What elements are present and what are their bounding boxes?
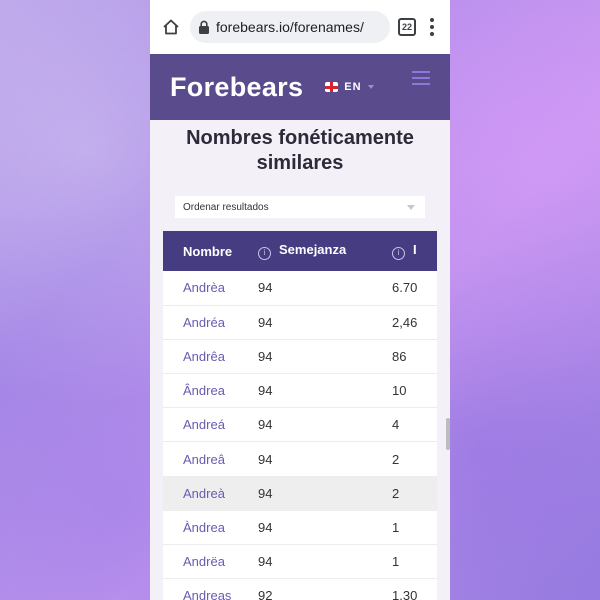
name-link[interactable]: Andreà xyxy=(163,476,258,511)
lock-icon xyxy=(199,20,209,34)
name-link[interactable]: Ândrea xyxy=(163,373,258,409)
results-table: Nombre i Semejanza iI Andrèa 94 6.70 Andr… xyxy=(163,231,437,600)
site-logo[interactable]: Forebears xyxy=(170,72,303,103)
table-row[interactable]: Andrêa 94 86 xyxy=(163,339,437,375)
incidence-value: 1 xyxy=(392,510,437,546)
results-table-container[interactable]: Nombre i Semejanza iI Andrèa 94 6.70 Andr… xyxy=(163,231,437,600)
name-link[interactable]: Andreá xyxy=(163,407,258,443)
incidence-value: 6.70 xyxy=(392,271,437,306)
incidence-value: 2,46 xyxy=(392,305,437,340)
similarity-value: 94 xyxy=(258,407,392,443)
similarity-value: 94 xyxy=(258,476,392,511)
language-selector[interactable]: EN xyxy=(325,81,374,93)
sort-select[interactable]: Ordenar resultados xyxy=(175,196,425,218)
table-row[interactable]: Andreas 92 1,30 xyxy=(163,578,437,600)
site-header: Forebears EN xyxy=(150,54,450,120)
incidence-value: 1 xyxy=(392,544,437,580)
table-row[interactable]: Andreá 94 4 xyxy=(163,407,437,443)
table-row[interactable]: Andrëa 94 1 xyxy=(163,544,437,580)
table-row[interactable]: Andreà 94 2 xyxy=(163,476,437,511)
similarity-value: 94 xyxy=(258,305,392,340)
name-link[interactable]: Àndrea xyxy=(163,510,258,546)
address-bar[interactable]: forebears.io/forenames/ xyxy=(190,11,390,43)
header-similarity[interactable]: i Semejanza xyxy=(258,231,392,271)
incidence-value: 86 xyxy=(392,339,437,375)
section-title: Nombres fonéticamente similares xyxy=(186,127,414,174)
incidence-value: 2 xyxy=(392,441,437,477)
url-text: forebears.io/forenames/ xyxy=(216,19,364,35)
scrollbar-thumb[interactable] xyxy=(446,418,450,450)
similarity-value: 94 xyxy=(258,441,392,477)
chevron-down-icon xyxy=(367,85,374,89)
language-label: EN xyxy=(344,81,362,93)
similarity-value: 94 xyxy=(258,339,392,375)
incidence-value: 10 xyxy=(392,373,437,409)
sort-select-label: Ordenar resultados xyxy=(183,201,269,213)
name-link[interactable]: Andreas xyxy=(163,578,258,600)
table-row[interactable]: Andréa 94 2,46 xyxy=(163,305,437,340)
browser-toolbar: forebears.io/forenames/ 22 xyxy=(150,0,450,54)
info-icon[interactable]: i xyxy=(392,247,405,260)
main-content: Nombres fonéticamente similares Ordenar … xyxy=(150,126,450,600)
table-header-row: Nombre i Semejanza iI xyxy=(163,231,437,271)
table-row[interactable]: Ândrea 94 10 xyxy=(163,373,437,409)
hamburger-menu-icon[interactable] xyxy=(412,71,430,85)
header-incidence[interactable]: iI xyxy=(392,231,437,271)
incidence-value: 2 xyxy=(392,476,437,511)
similarity-value: 94 xyxy=(258,373,392,409)
phone-screen: forebears.io/forenames/ 22 Forebears EN … xyxy=(150,0,450,600)
info-icon[interactable]: i xyxy=(258,247,271,260)
name-link[interactable]: Andrëa xyxy=(163,544,258,580)
table-row[interactable]: Andrèa 94 6.70 xyxy=(163,271,437,306)
header-name[interactable]: Nombre xyxy=(163,231,258,271)
similarity-value: 94 xyxy=(258,510,392,546)
incidence-value: 1,30 xyxy=(392,578,437,600)
incidence-value: 4 xyxy=(392,407,437,443)
name-link[interactable]: Andreâ xyxy=(163,441,258,477)
tabs-count-icon[interactable]: 22 xyxy=(398,18,416,36)
home-icon[interactable] xyxy=(160,16,182,38)
similarity-value: 94 xyxy=(258,544,392,580)
similarity-value: 94 xyxy=(258,271,392,306)
similarity-value: 92 xyxy=(258,578,392,600)
browser-menu-icon[interactable] xyxy=(424,18,440,36)
name-link[interactable]: Andréa xyxy=(163,305,258,340)
select-caret-icon xyxy=(407,204,415,210)
uk-flag-icon xyxy=(325,82,339,92)
name-link[interactable]: Andrêa xyxy=(163,339,258,375)
table-row[interactable]: Àndrea 94 1 xyxy=(163,510,437,546)
name-link[interactable]: Andrèa xyxy=(163,271,258,306)
table-row[interactable]: Andreâ 94 2 xyxy=(163,441,437,477)
